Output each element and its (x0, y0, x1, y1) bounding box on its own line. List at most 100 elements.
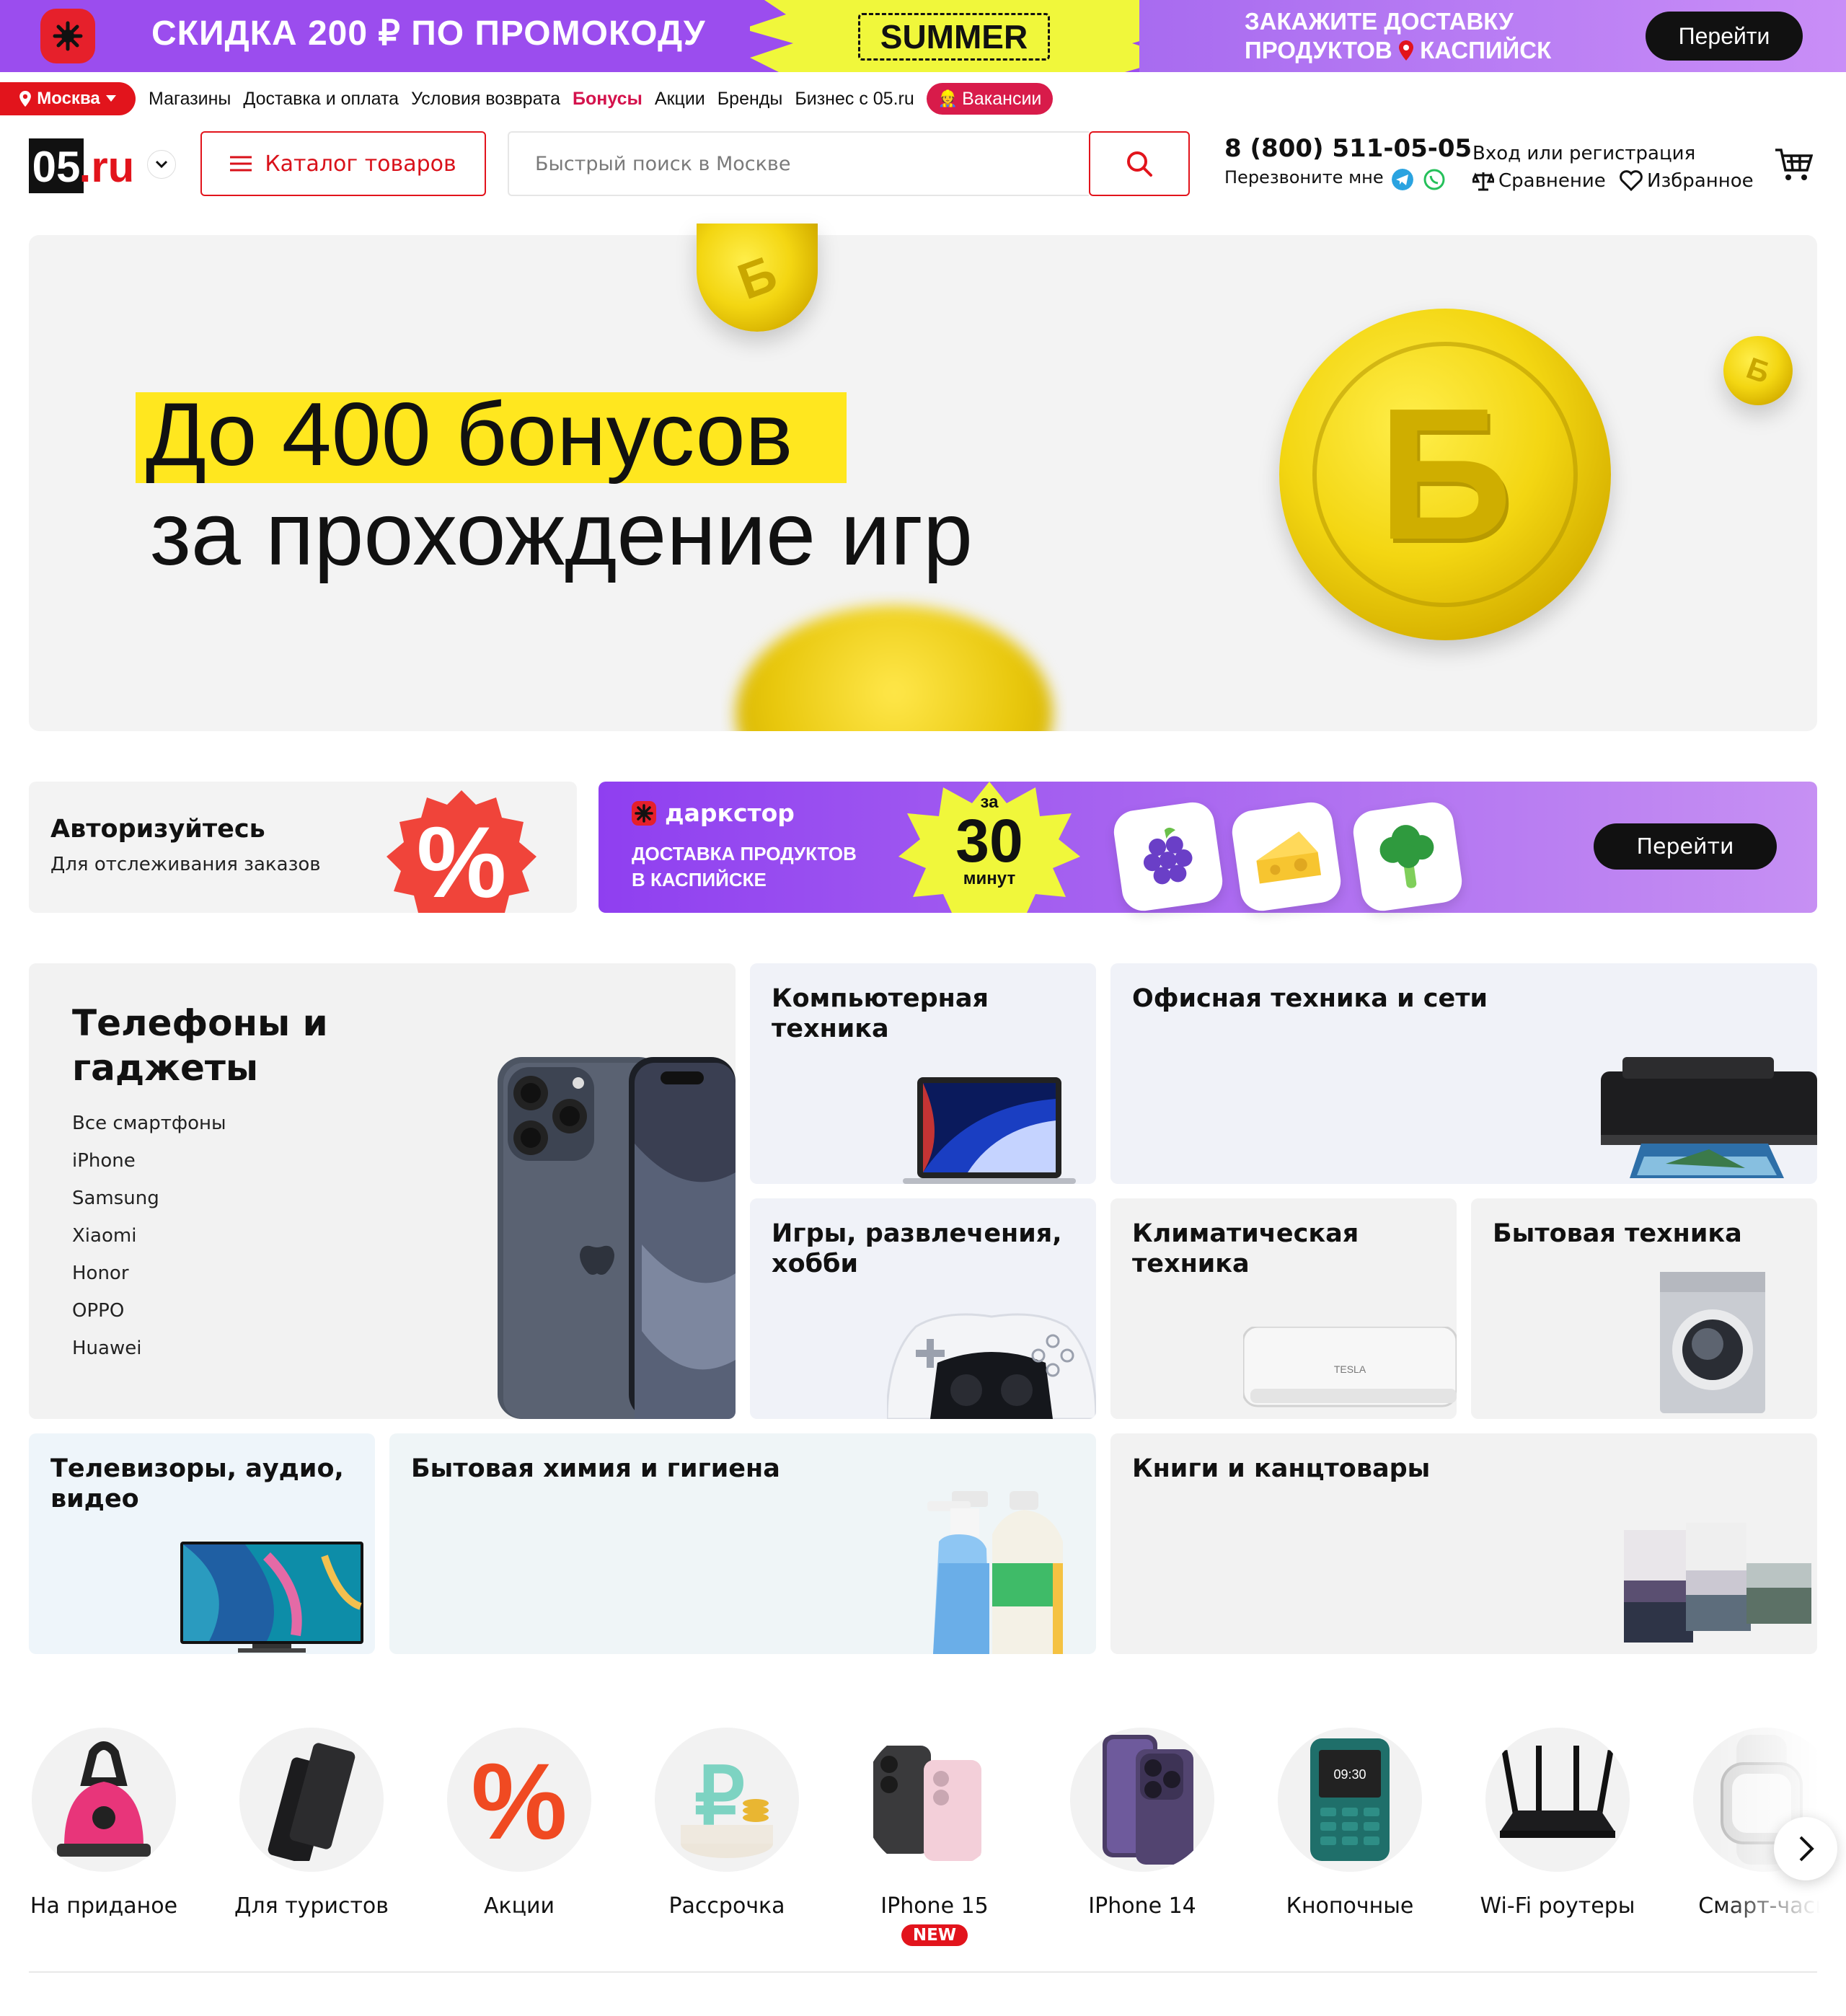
darkstore-subtitle: ДОСТАВКА ПРОДУКТОВ В КАСПИЙСКЕ (632, 841, 891, 893)
promo-text: СКИДКА 200 ₽ ПО ПРОМОКОДУ (151, 14, 706, 53)
promo-delivery-text: ЗАКАЖИТЕ ДОСТАВКУ ПРОДУКТОВ КАСПИЙСК (1245, 7, 1620, 65)
washing-machine-image (1660, 1272, 1765, 1413)
discount-badge-icon: % (387, 790, 536, 913)
circle-wifi-routers[interactable]: Wi-Fi роутеры (1478, 1728, 1637, 1919)
login-link[interactable]: Вход или регистрация (1472, 143, 1695, 164)
badge-number: 30 (955, 807, 1023, 875)
broccoli-tile (1350, 799, 1465, 914)
gamepad-image (887, 1313, 1096, 1419)
button-phone-icon: 09:30 (1278, 1728, 1422, 1872)
category-computer-title: Компьютерная техника (772, 984, 989, 1043)
telegram-icon[interactable] (1392, 169, 1413, 190)
category-games-title: Игры, развлечения, хобби (772, 1219, 1062, 1278)
search-button[interactable] (1089, 131, 1190, 196)
phones-link-huawei[interactable]: Huawei (72, 1330, 226, 1367)
nav-delivery[interactable]: Доставка и оплата (243, 89, 399, 110)
nav-stores[interactable]: Магазины (149, 89, 231, 110)
promo-delivery-line2b: КАСПИЙСК (1420, 37, 1552, 63)
vacancies-button[interactable]: 👷 Вакансии (926, 83, 1054, 115)
phone-number[interactable]: 8 (800) 511-05-05 (1224, 134, 1472, 163)
phones-subcategory-list: Все смартфоны iPhone Samsung Xiaomi Hono… (72, 1105, 226, 1367)
iphone15-icon (862, 1728, 1007, 1872)
promo-delivery-line1: ЗАКАЖИТЕ ДОСТАВКУ (1245, 8, 1514, 35)
city-selector[interactable]: Москва (0, 82, 136, 115)
darkstore-logo: даркстор (632, 799, 795, 827)
svg-text:TESLA: TESLA (1334, 1363, 1366, 1375)
logo-dropdown-toggle[interactable] (147, 150, 176, 179)
phones-link-xiaomi[interactable]: Xiaomi (72, 1217, 226, 1255)
whatsapp-icon[interactable] (1423, 169, 1445, 190)
vacancies-label: Вакансии (962, 88, 1042, 109)
category-phones[interactable]: Телефоны и гаджеты Все смартфоны iPhone … (29, 963, 736, 1419)
router-icon (1485, 1728, 1630, 1872)
chevron-down-icon (155, 160, 168, 169)
circle-label-dowry: На приданое (30, 1893, 178, 1919)
grapes-icon (1143, 827, 1193, 885)
search-input[interactable] (508, 131, 1089, 196)
iphone14-icon (1070, 1728, 1214, 1872)
callback-link[interactable]: Перезвоните мне (1224, 167, 1384, 187)
compare-link[interactable]: Сравнение (1472, 170, 1606, 192)
favorites-link[interactable]: Избранное (1620, 170, 1754, 192)
favorites-label: Избранное (1647, 170, 1754, 192)
heart-icon (1620, 170, 1643, 192)
circle-label-button-phones: Кнопочные (1286, 1893, 1414, 1919)
search-icon (1127, 151, 1152, 177)
svg-text:%: % (471, 1749, 567, 1850)
category-games[interactable]: Игры, развлечения, хобби (750, 1198, 1096, 1419)
promo-code: SUMMER (858, 13, 1050, 61)
auth-subtitle: Для отслеживания заказов (50, 854, 321, 875)
circle-iphone14[interactable]: IPhone 14 (1063, 1728, 1222, 1919)
phones-link-iphone[interactable]: iPhone (72, 1142, 226, 1180)
circle-label-tourists: Для туристов (234, 1893, 389, 1919)
category-appliances[interactable]: Бытовая техника (1471, 1198, 1817, 1419)
badge-bottom-text: минут (963, 869, 1016, 888)
circle-installments[interactable]: ₽ Рассрочка (648, 1728, 806, 1919)
circle-tourists[interactable]: Для туристов (232, 1728, 391, 1919)
category-tv[interactable]: Телевизоры, аудио, видео (29, 1433, 375, 1654)
category-climate[interactable]: Климатическая техника TESLA (1110, 1198, 1457, 1419)
nav-brands[interactable]: Бренды (717, 89, 783, 110)
coin-letter: Б (730, 244, 784, 311)
carousel-next-button[interactable] (1774, 1817, 1837, 1880)
nav-business[interactable]: Бизнес с 05.ru (795, 89, 914, 110)
svg-text:₽: ₽ (694, 1752, 745, 1841)
coin-letter: Б (1377, 369, 1513, 579)
books-image (1624, 1516, 1811, 1643)
cleaning-products-image (927, 1491, 1063, 1654)
circle-promotions[interactable]: % Акции (440, 1728, 599, 1919)
auth-title: Авторизуйтесь (50, 815, 265, 844)
catalog-button[interactable]: Каталог товаров (200, 131, 486, 196)
compare-scales-icon (1472, 172, 1494, 191)
caret-down-icon (105, 95, 116, 102)
promo-go-button[interactable]: Перейти (1646, 12, 1803, 61)
category-computer[interactable]: Компьютерная техника (750, 963, 1096, 1184)
category-chemistry[interactable]: Бытовая химия и гигиена (389, 1433, 1096, 1654)
circle-button-phones[interactable]: 09:30 Кнопочные (1271, 1728, 1429, 1919)
percent-icon: % (447, 1728, 591, 1872)
phones-link-samsung[interactable]: Samsung (72, 1180, 226, 1217)
nav-returns[interactable]: Условия возврата (411, 89, 560, 110)
coin-small-right: Б (1723, 336, 1793, 405)
category-books[interactable]: Книги и канцтовары (1110, 1433, 1817, 1654)
iphone-image (498, 1057, 736, 1419)
darkstore-logo-icon (632, 800, 656, 826)
cheese-tile (1229, 799, 1344, 914)
phones-link-honor[interactable]: Honor (72, 1255, 226, 1292)
darkstore-go-button[interactable]: Перейти (1594, 823, 1777, 870)
hero-title-line2: за прохождение игр (150, 485, 973, 584)
cart-icon[interactable] (1774, 147, 1813, 183)
top-navigation: Магазины Доставка и оплата Условия возвр… (149, 82, 1054, 115)
site-logo[interactable]: 05 .ru (29, 136, 134, 193)
svg-text:.ru: .ru (79, 143, 134, 191)
menu-icon (230, 156, 252, 172)
category-office[interactable]: Офисная техника и сети (1110, 963, 1817, 1184)
circle-label-iphone15: IPhone 15 (880, 1893, 989, 1919)
category-appliances-title: Бытовая техника (1493, 1219, 1742, 1248)
nav-promotions[interactable]: Акции (655, 89, 705, 110)
circle-dowry[interactable]: На приданое (25, 1728, 183, 1919)
circle-iphone15[interactable]: IPhone 15 NEW (855, 1728, 1014, 1946)
phones-link-oppo[interactable]: OPPO (72, 1292, 226, 1330)
phones-link-all[interactable]: Все смартфоны (72, 1105, 226, 1142)
nav-bonuses[interactable]: Бонусы (573, 89, 642, 110)
